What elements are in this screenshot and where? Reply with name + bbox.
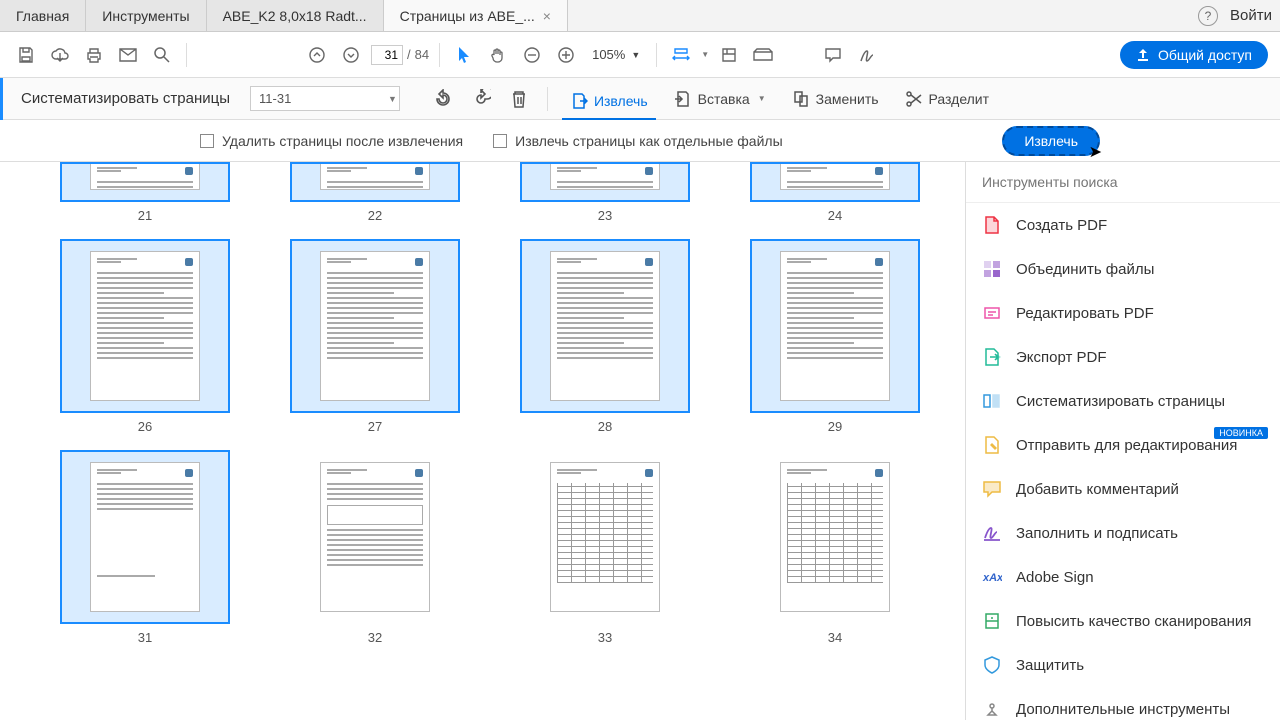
tool-combine[interactable]: Объединить файлы <box>966 247 1280 291</box>
zoom-out-icon[interactable] <box>518 41 546 69</box>
tab-tools[interactable]: Инструменты <box>86 0 206 31</box>
organize-title: Систематизировать страницы <box>21 90 240 107</box>
read-mode-icon[interactable] <box>749 41 777 69</box>
print-icon[interactable] <box>80 41 108 69</box>
page-label: 27 <box>368 419 382 434</box>
comment-icon <box>982 479 1002 499</box>
page-label: 34 <box>828 630 842 645</box>
tool-scan[interactable]: Повысить качество сканирования <box>966 599 1280 643</box>
page-number: / 84 <box>371 45 429 65</box>
page-label: 22 <box>368 208 382 223</box>
share-button[interactable]: Общий доступ <box>1120 41 1268 69</box>
thumbnail-27[interactable] <box>290 239 460 413</box>
mail-icon[interactable] <box>114 41 142 69</box>
cloud-icon[interactable] <box>46 41 74 69</box>
page-label: 23 <box>598 208 612 223</box>
page-range-input[interactable] <box>250 86 400 111</box>
tool-protect[interactable]: Защитить <box>966 643 1280 687</box>
rotate-right-icon[interactable] <box>467 85 495 113</box>
combine-icon <box>982 259 1002 279</box>
hand-icon[interactable] <box>484 41 512 69</box>
search-icon[interactable] <box>148 41 176 69</box>
more-icon <box>982 699 1002 719</box>
thumbnail-33[interactable] <box>520 450 690 624</box>
thumbnail-32[interactable] <box>290 450 460 624</box>
page-label: 32 <box>368 630 382 645</box>
thumbnail-29[interactable] <box>750 239 920 413</box>
help-icon[interactable]: ? <box>1198 6 1218 26</box>
tool-create[interactable]: Создать PDF <box>966 203 1280 247</box>
split-tool[interactable]: Разделит <box>897 86 998 112</box>
main-toolbar: / 84 105%▼ ▼ Общий доступ <box>0 32 1280 78</box>
page-label: 21 <box>138 208 152 223</box>
rotate-left-icon[interactable] <box>429 85 457 113</box>
select-icon[interactable] <box>450 41 478 69</box>
new-badge: НОВИНКА <box>1214 427 1268 439</box>
delete-icon[interactable] <box>505 85 533 113</box>
thumbnail-24[interactable] <box>750 162 920 202</box>
export-icon <box>982 347 1002 367</box>
close-icon[interactable]: × <box>543 8 551 24</box>
login-button[interactable]: Войти <box>1230 7 1272 24</box>
tools-search-input[interactable] <box>982 174 1264 190</box>
insert-tool[interactable]: Вставка▼ <box>666 86 774 112</box>
replace-tool[interactable]: Заменить <box>784 86 887 112</box>
tool-comment[interactable]: Добавить комментарий <box>966 467 1280 511</box>
organize-icon <box>982 391 1002 411</box>
zoom-in-icon[interactable] <box>552 41 580 69</box>
thumbnail-23[interactable] <box>520 162 690 202</box>
thumbnail-26[interactable] <box>60 239 230 413</box>
page-up-icon[interactable] <box>303 41 331 69</box>
thumbnail-31[interactable] <box>60 450 230 624</box>
fit-width-icon[interactable] <box>667 41 695 69</box>
sign-icon[interactable] <box>853 41 881 69</box>
page-label: 26 <box>138 419 152 434</box>
tool-edit[interactable]: Редактировать PDF <box>966 291 1280 335</box>
tools-sidebar: Создать PDFОбъединить файлыРедактировать… <box>965 162 1280 720</box>
page-down-icon[interactable] <box>337 41 365 69</box>
protect-icon <box>982 655 1002 675</box>
tab-home[interactable]: Главная <box>0 0 86 31</box>
page-label: 31 <box>138 630 152 645</box>
zoom-dropdown[interactable]: 105%▼ <box>586 47 646 62</box>
page-label: 29 <box>828 419 842 434</box>
extract-button[interactable]: Извлечь ➤ <box>1002 126 1100 156</box>
tab-bar: Главная Инструменты ABE_K2 8,0x18 Radt..… <box>0 0 1280 32</box>
separate-files-checkbox[interactable]: Извлечь страницы как отдельные файлы <box>493 133 783 149</box>
page-label: 33 <box>598 630 612 645</box>
tool-more[interactable]: Дополнительные инструменты <box>966 687 1280 720</box>
tool-organize[interactable]: Систематизировать страницы <box>966 379 1280 423</box>
cursor-icon: ➤ <box>1089 142 1102 162</box>
sign-icon: xAx <box>982 567 1002 587</box>
tool-fill[interactable]: Заполнить и подписать <box>966 511 1280 555</box>
page-label: 24 <box>828 208 842 223</box>
tab-doc-2[interactable]: Страницы из ABE_...× <box>384 0 568 31</box>
thumbnail-34[interactable] <box>750 450 920 624</box>
page-label: 28 <box>598 419 612 434</box>
svg-text:xAx: xAx <box>982 572 1002 584</box>
tool-export[interactable]: Экспорт PDF <box>966 335 1280 379</box>
tool-sign[interactable]: xAxAdobe Sign <box>966 555 1280 599</box>
tool-send[interactable]: Отправить для редактированияНОВИНКА <box>966 423 1280 467</box>
fit-page-icon[interactable] <box>715 41 743 69</box>
thumbnail-grid: 21 22 23 24 26 27 28 29 31 32 33 34 <box>0 162 965 720</box>
page-input[interactable] <box>371 45 403 65</box>
send-icon <box>982 435 1002 455</box>
organize-toolbar: Систематизировать страницы ▼ Извлечь Вст… <box>0 78 1280 120</box>
thumbnail-21[interactable] <box>60 162 230 202</box>
extract-options: Удалить страницы после извлечения Извлеч… <box>0 120 1280 162</box>
thumbnail-22[interactable] <box>290 162 460 202</box>
fill-icon <box>982 523 1002 543</box>
scan-icon <box>982 611 1002 631</box>
save-icon[interactable] <box>12 41 40 69</box>
extract-tool[interactable]: Извлечь <box>562 88 656 120</box>
tab-doc-1[interactable]: ABE_K2 8,0x18 Radt... <box>207 0 384 31</box>
delete-after-checkbox[interactable]: Удалить страницы после извлечения <box>200 133 463 149</box>
comment-icon[interactable] <box>819 41 847 69</box>
thumbnail-28[interactable] <box>520 239 690 413</box>
create-icon <box>982 215 1002 235</box>
edit-icon <box>982 303 1002 323</box>
